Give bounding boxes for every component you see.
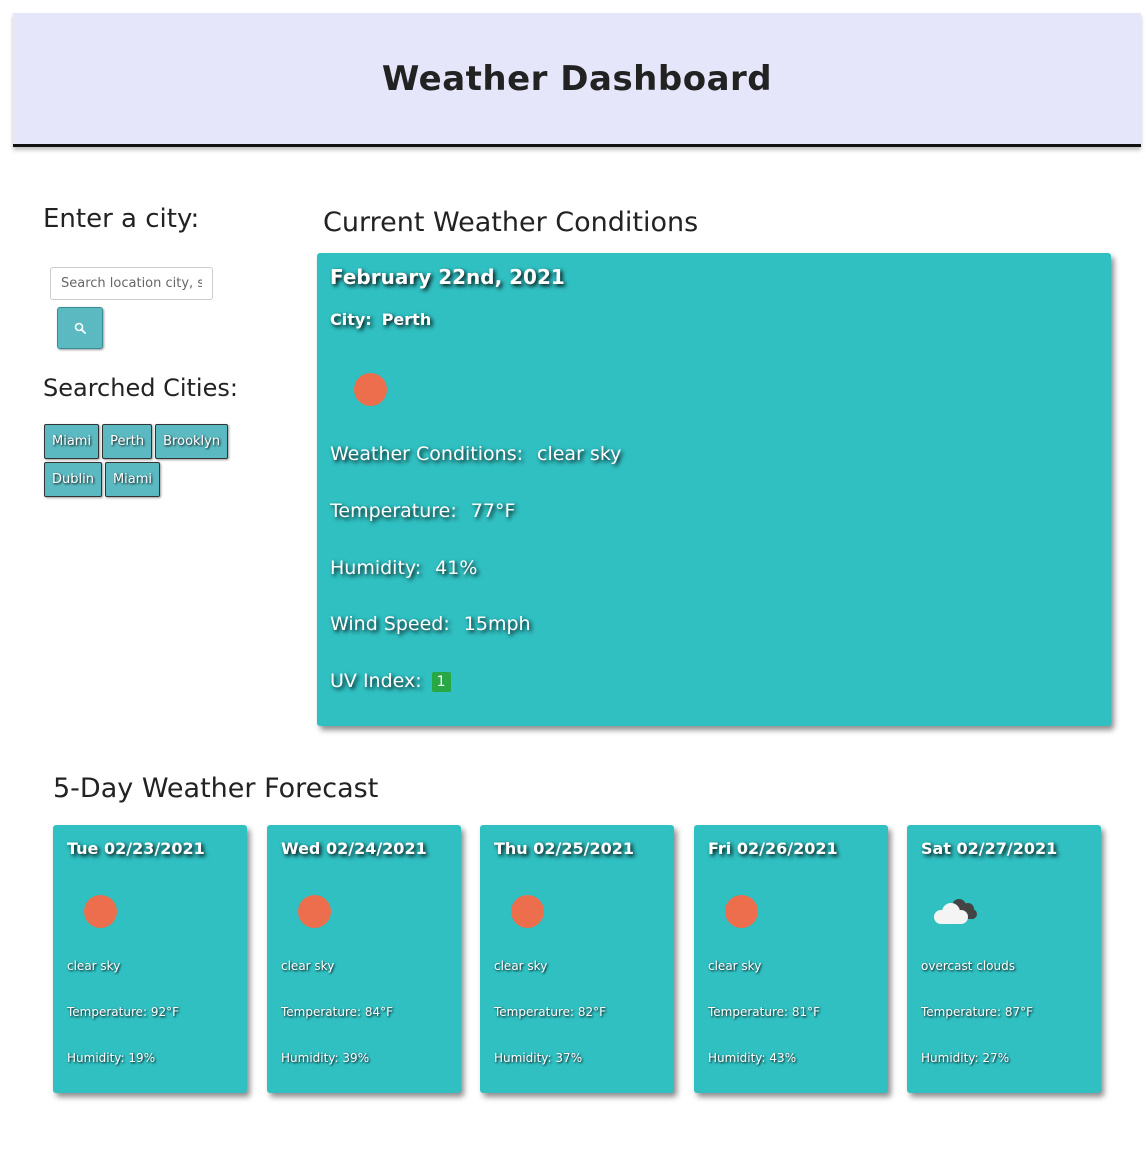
current-weather-card: February 22nd, 2021 City: Perth Weather C… bbox=[317, 253, 1111, 726]
forecast-humidity-value: 43% bbox=[769, 1051, 797, 1065]
forecast-temperature-label: Temperature: bbox=[921, 1005, 1002, 1019]
cloud-icon bbox=[929, 895, 981, 933]
forecast-description: clear sky bbox=[67, 959, 121, 973]
forecast-temperature-value: 82°F bbox=[577, 1005, 607, 1019]
forecast-card: Sat 02/27/2021 overcast clouds Temperatu… bbox=[907, 825, 1101, 1093]
enter-city-label: Enter a city: bbox=[43, 204, 200, 234]
current-weather-title: Current Weather Conditions bbox=[323, 207, 699, 238]
page-title: Weather Dashboard bbox=[381, 58, 773, 99]
forecast-date: Fri 02/26/2021 bbox=[708, 839, 838, 858]
forecast-temperature-value: 84°F bbox=[364, 1005, 394, 1019]
forecast-temperature-label: Temperature: bbox=[67, 1005, 148, 1019]
uv-label: UV Index: bbox=[330, 670, 422, 692]
humidity-row: Humidity: 41% bbox=[330, 557, 477, 579]
search-icon bbox=[74, 322, 86, 334]
forecast-humidity: Humidity: 43% bbox=[708, 1051, 796, 1065]
forecast-description: overcast clouds bbox=[921, 959, 1015, 973]
forecast-date: Thu 02/25/2021 bbox=[494, 839, 635, 858]
sun-icon bbox=[84, 895, 117, 928]
conditions-value: clear sky bbox=[537, 443, 622, 465]
sun-icon bbox=[354, 373, 387, 406]
humidity-label: Humidity: bbox=[330, 557, 422, 579]
city-button-perth[interactable]: Perth bbox=[102, 424, 153, 459]
forecast-humidity-value: 37% bbox=[555, 1051, 583, 1065]
forecast-humidity-value: 39% bbox=[342, 1051, 370, 1065]
uv-index-badge: 1 bbox=[431, 671, 451, 692]
forecast-temperature: Temperature: 87°F bbox=[921, 1005, 1033, 1019]
forecast-date: Sat 02/27/2021 bbox=[921, 839, 1058, 858]
search-button[interactable] bbox=[57, 307, 103, 349]
forecast-description: clear sky bbox=[494, 959, 548, 973]
conditions-row: Weather Conditions: clear sky bbox=[330, 443, 621, 465]
forecast-card: Thu 02/25/2021 clear sky Temperature: 82… bbox=[480, 825, 674, 1093]
forecast-description: clear sky bbox=[281, 959, 335, 973]
forecast-humidity-label: Humidity: bbox=[67, 1051, 125, 1065]
forecast-humidity-value: 27% bbox=[982, 1051, 1010, 1065]
searched-cities-list: Miami Perth Brooklyn Dublin Miami bbox=[44, 424, 284, 497]
city-button-miami[interactable]: Miami bbox=[104, 462, 161, 497]
current-city: City: Perth bbox=[330, 310, 431, 329]
wind-value: 15mph bbox=[463, 613, 531, 635]
forecast-date: Tue 02/23/2021 bbox=[67, 839, 205, 858]
forecast-temperature: Temperature: 82°F bbox=[494, 1005, 606, 1019]
forecast-card: Wed 02/24/2021 clear sky Temperature: 84… bbox=[267, 825, 461, 1093]
forecast-humidity: Humidity: 27% bbox=[921, 1051, 1009, 1065]
forecast-humidity: Humidity: 19% bbox=[67, 1051, 155, 1065]
forecast-temperature-value: 87°F bbox=[1004, 1005, 1034, 1019]
forecast-humidity: Humidity: 39% bbox=[281, 1051, 369, 1065]
city-button-miami[interactable]: Miami bbox=[44, 424, 100, 459]
forecast-humidity: Humidity: 37% bbox=[494, 1051, 582, 1065]
forecast-temperature: Temperature: 84°F bbox=[281, 1005, 393, 1019]
forecast-temperature-label: Temperature: bbox=[708, 1005, 789, 1019]
sun-icon bbox=[725, 895, 758, 928]
city-button-brooklyn[interactable]: Brooklyn bbox=[155, 424, 229, 459]
temperature-row: Temperature: 77°F bbox=[330, 500, 515, 522]
sun-icon bbox=[511, 895, 544, 928]
forecast-card: Tue 02/23/2021 clear sky Temperature: 92… bbox=[53, 825, 247, 1093]
forecast-temperature-label: Temperature: bbox=[281, 1005, 362, 1019]
page-header: Weather Dashboard bbox=[13, 13, 1141, 147]
forecast-temperature-label: Temperature: bbox=[494, 1005, 575, 1019]
forecast-humidity-label: Humidity: bbox=[921, 1051, 979, 1065]
forecast-date: Wed 02/24/2021 bbox=[281, 839, 427, 858]
city-search-input[interactable] bbox=[50, 267, 213, 300]
wind-label: Wind Speed: bbox=[330, 613, 450, 635]
current-date: February 22nd, 2021 bbox=[330, 265, 565, 289]
forecast-humidity-label: Humidity: bbox=[494, 1051, 552, 1065]
conditions-label: Weather Conditions: bbox=[330, 443, 524, 465]
temperature-value: 77°F bbox=[470, 500, 516, 522]
forecast-temperature: Temperature: 92°F bbox=[67, 1005, 179, 1019]
humidity-value: 41% bbox=[435, 557, 478, 579]
forecast-title: 5-Day Weather Forecast bbox=[53, 773, 379, 804]
forecast-card: Fri 02/26/2021 clear sky Temperature: 81… bbox=[694, 825, 888, 1093]
forecast-description: clear sky bbox=[708, 959, 762, 973]
temperature-label: Temperature: bbox=[330, 500, 457, 522]
city-button-dublin[interactable]: Dublin bbox=[44, 462, 102, 497]
city-value: Perth bbox=[381, 310, 432, 329]
searched-cities-label: Searched Cities: bbox=[43, 374, 238, 402]
wind-row: Wind Speed: 15mph bbox=[330, 613, 531, 635]
forecast-temperature: Temperature: 81°F bbox=[708, 1005, 820, 1019]
forecast-humidity-label: Humidity: bbox=[708, 1051, 766, 1065]
uv-row: UV Index: 1 bbox=[330, 670, 451, 692]
forecast-humidity-value: 19% bbox=[128, 1051, 156, 1065]
forecast-temperature-value: 92°F bbox=[150, 1005, 180, 1019]
forecast-humidity-label: Humidity: bbox=[281, 1051, 339, 1065]
forecast-temperature-value: 81°F bbox=[791, 1005, 821, 1019]
sun-icon bbox=[298, 895, 331, 928]
city-label: City: bbox=[330, 310, 372, 329]
